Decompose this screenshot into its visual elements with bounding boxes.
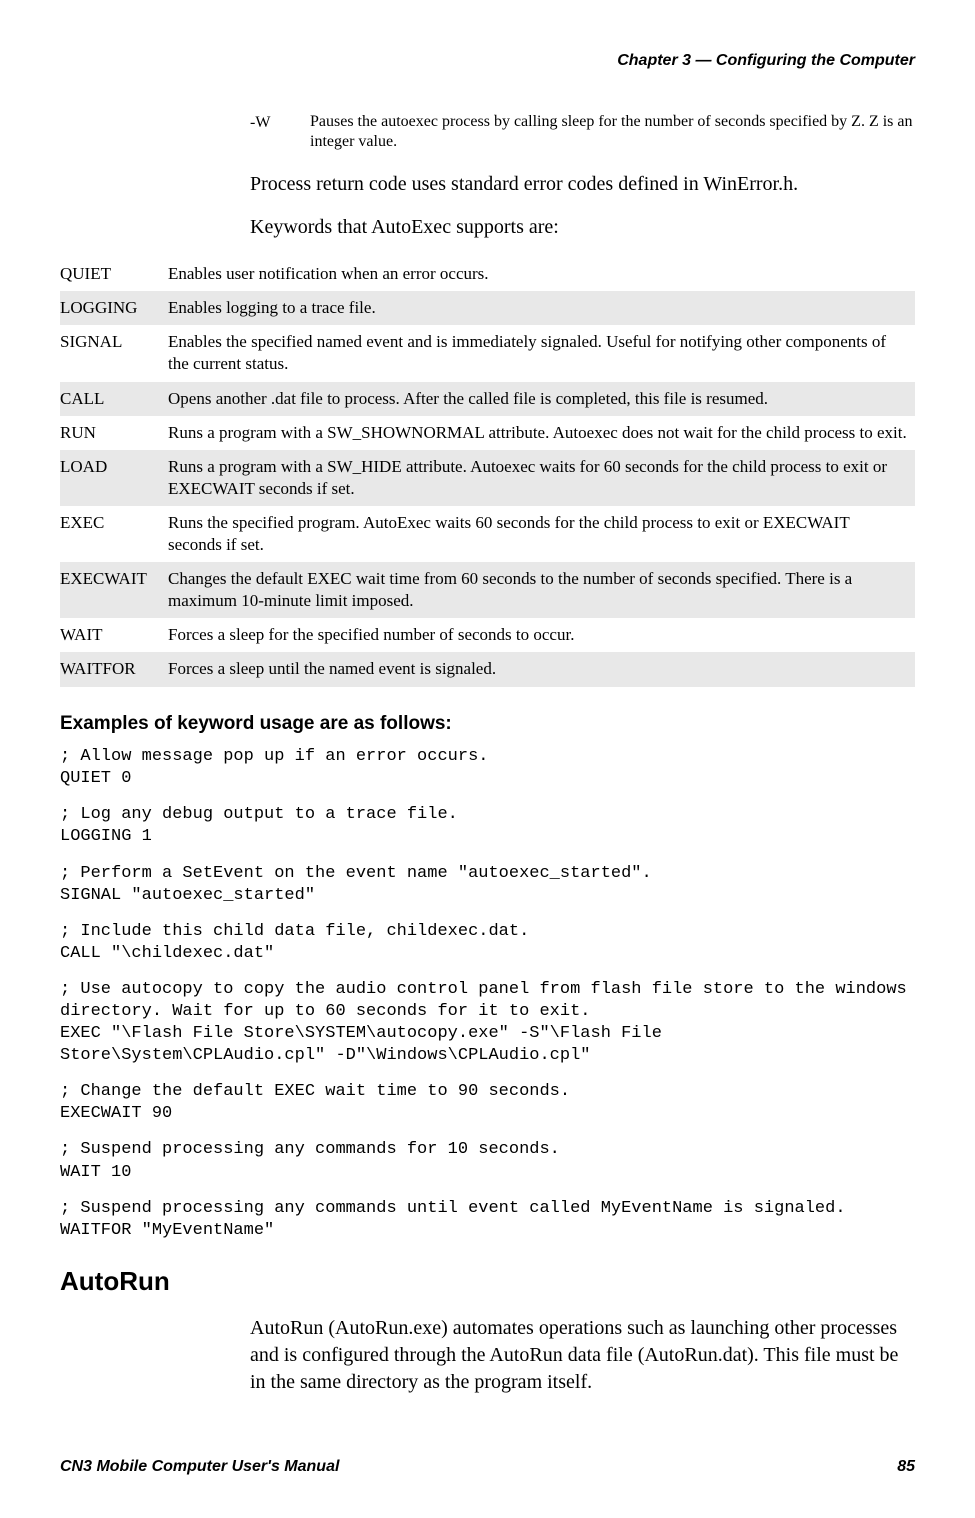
keyword-name: RUN: [60, 416, 168, 450]
table-row: QUIET Enables user notification when an …: [60, 257, 915, 291]
table-row: EXEC Runs the specified program. AutoExe…: [60, 506, 915, 562]
keyword-name: CALL: [60, 382, 168, 416]
keyword-desc: Enables the specified named event and is…: [168, 325, 915, 381]
table-row: WAIT Forces a sleep for the specified nu…: [60, 618, 915, 652]
code-example: ; Include this child data file, childexe…: [60, 921, 915, 965]
footer-left: CN3 Mobile Computer User's Manual: [60, 1456, 339, 1478]
option-desc: Pauses the autoexec process by calling s…: [310, 112, 915, 154]
option-key: -W: [250, 112, 310, 154]
table-row: RUN Runs a program with a SW_SHOWNORMAL …: [60, 416, 915, 450]
keyword-desc: Enables logging to a trace file.: [168, 291, 915, 325]
page-footer: CN3 Mobile Computer User's Manual 85: [60, 1456, 915, 1478]
autorun-heading: AutoRun: [60, 1264, 915, 1299]
keyword-name: LOAD: [60, 450, 168, 506]
table-row: SIGNAL Enables the specified named event…: [60, 325, 915, 381]
keyword-desc: Forces a sleep until the named event is …: [168, 652, 915, 686]
keyword-name: QUIET: [60, 257, 168, 291]
keyword-desc: Enables user notification when an error …: [168, 257, 915, 291]
keywords-table: QUIET Enables user notification when an …: [60, 257, 915, 686]
keyword-name: EXEC: [60, 506, 168, 562]
paragraph-keywords-intro: Keywords that AutoExec supports are:: [250, 214, 915, 241]
footer-page-number: 85: [897, 1456, 915, 1478]
table-row: EXECWAIT Changes the default EXEC wait t…: [60, 562, 915, 618]
code-example: ; Change the default EXEC wait time to 9…: [60, 1081, 915, 1125]
code-example: ; Suspend processing any commands for 10…: [60, 1139, 915, 1183]
paragraph-return-code: Process return code uses standard error …: [250, 171, 915, 198]
table-row: LOGGING Enables logging to a trace file.: [60, 291, 915, 325]
keyword-name: WAIT: [60, 618, 168, 652]
page-header: Chapter 3 — Configuring the Computer: [60, 50, 915, 72]
code-example: ; Suspend processing any commands until …: [60, 1198, 915, 1242]
examples-heading: Examples of keyword usage are as follows…: [60, 711, 915, 737]
autorun-body: AutoRun (AutoRun.exe) automates operatio…: [250, 1315, 915, 1396]
keyword-desc: Opens another .dat file to process. Afte…: [168, 382, 915, 416]
table-row: LOAD Runs a program with a SW_HIDE attri…: [60, 450, 915, 506]
option-row: -W Pauses the autoexec process by callin…: [250, 112, 915, 154]
code-example: ; Allow message pop up if an error occur…: [60, 746, 915, 790]
table-row: WAITFOR Forces a sleep until the named e…: [60, 652, 915, 686]
keyword-desc: Runs a program with a SW_SHOWNORMAL attr…: [168, 416, 915, 450]
keyword-name: EXECWAIT: [60, 562, 168, 618]
keyword-desc: Forces a sleep for the specified number …: [168, 618, 915, 652]
table-row: CALL Opens another .dat file to process.…: [60, 382, 915, 416]
keyword-name: LOGGING: [60, 291, 168, 325]
keyword-desc: Runs the specified program. AutoExec wai…: [168, 506, 915, 562]
code-example: ; Perform a SetEvent on the event name "…: [60, 863, 915, 907]
code-example: ; Use autocopy to copy the audio control…: [60, 979, 915, 1067]
keyword-desc: Runs a program with a SW_HIDE attribute.…: [168, 450, 915, 506]
code-example: ; Log any debug output to a trace file. …: [60, 804, 915, 848]
keyword-desc: Changes the default EXEC wait time from …: [168, 562, 915, 618]
keyword-name: SIGNAL: [60, 325, 168, 381]
keyword-name: WAITFOR: [60, 652, 168, 686]
